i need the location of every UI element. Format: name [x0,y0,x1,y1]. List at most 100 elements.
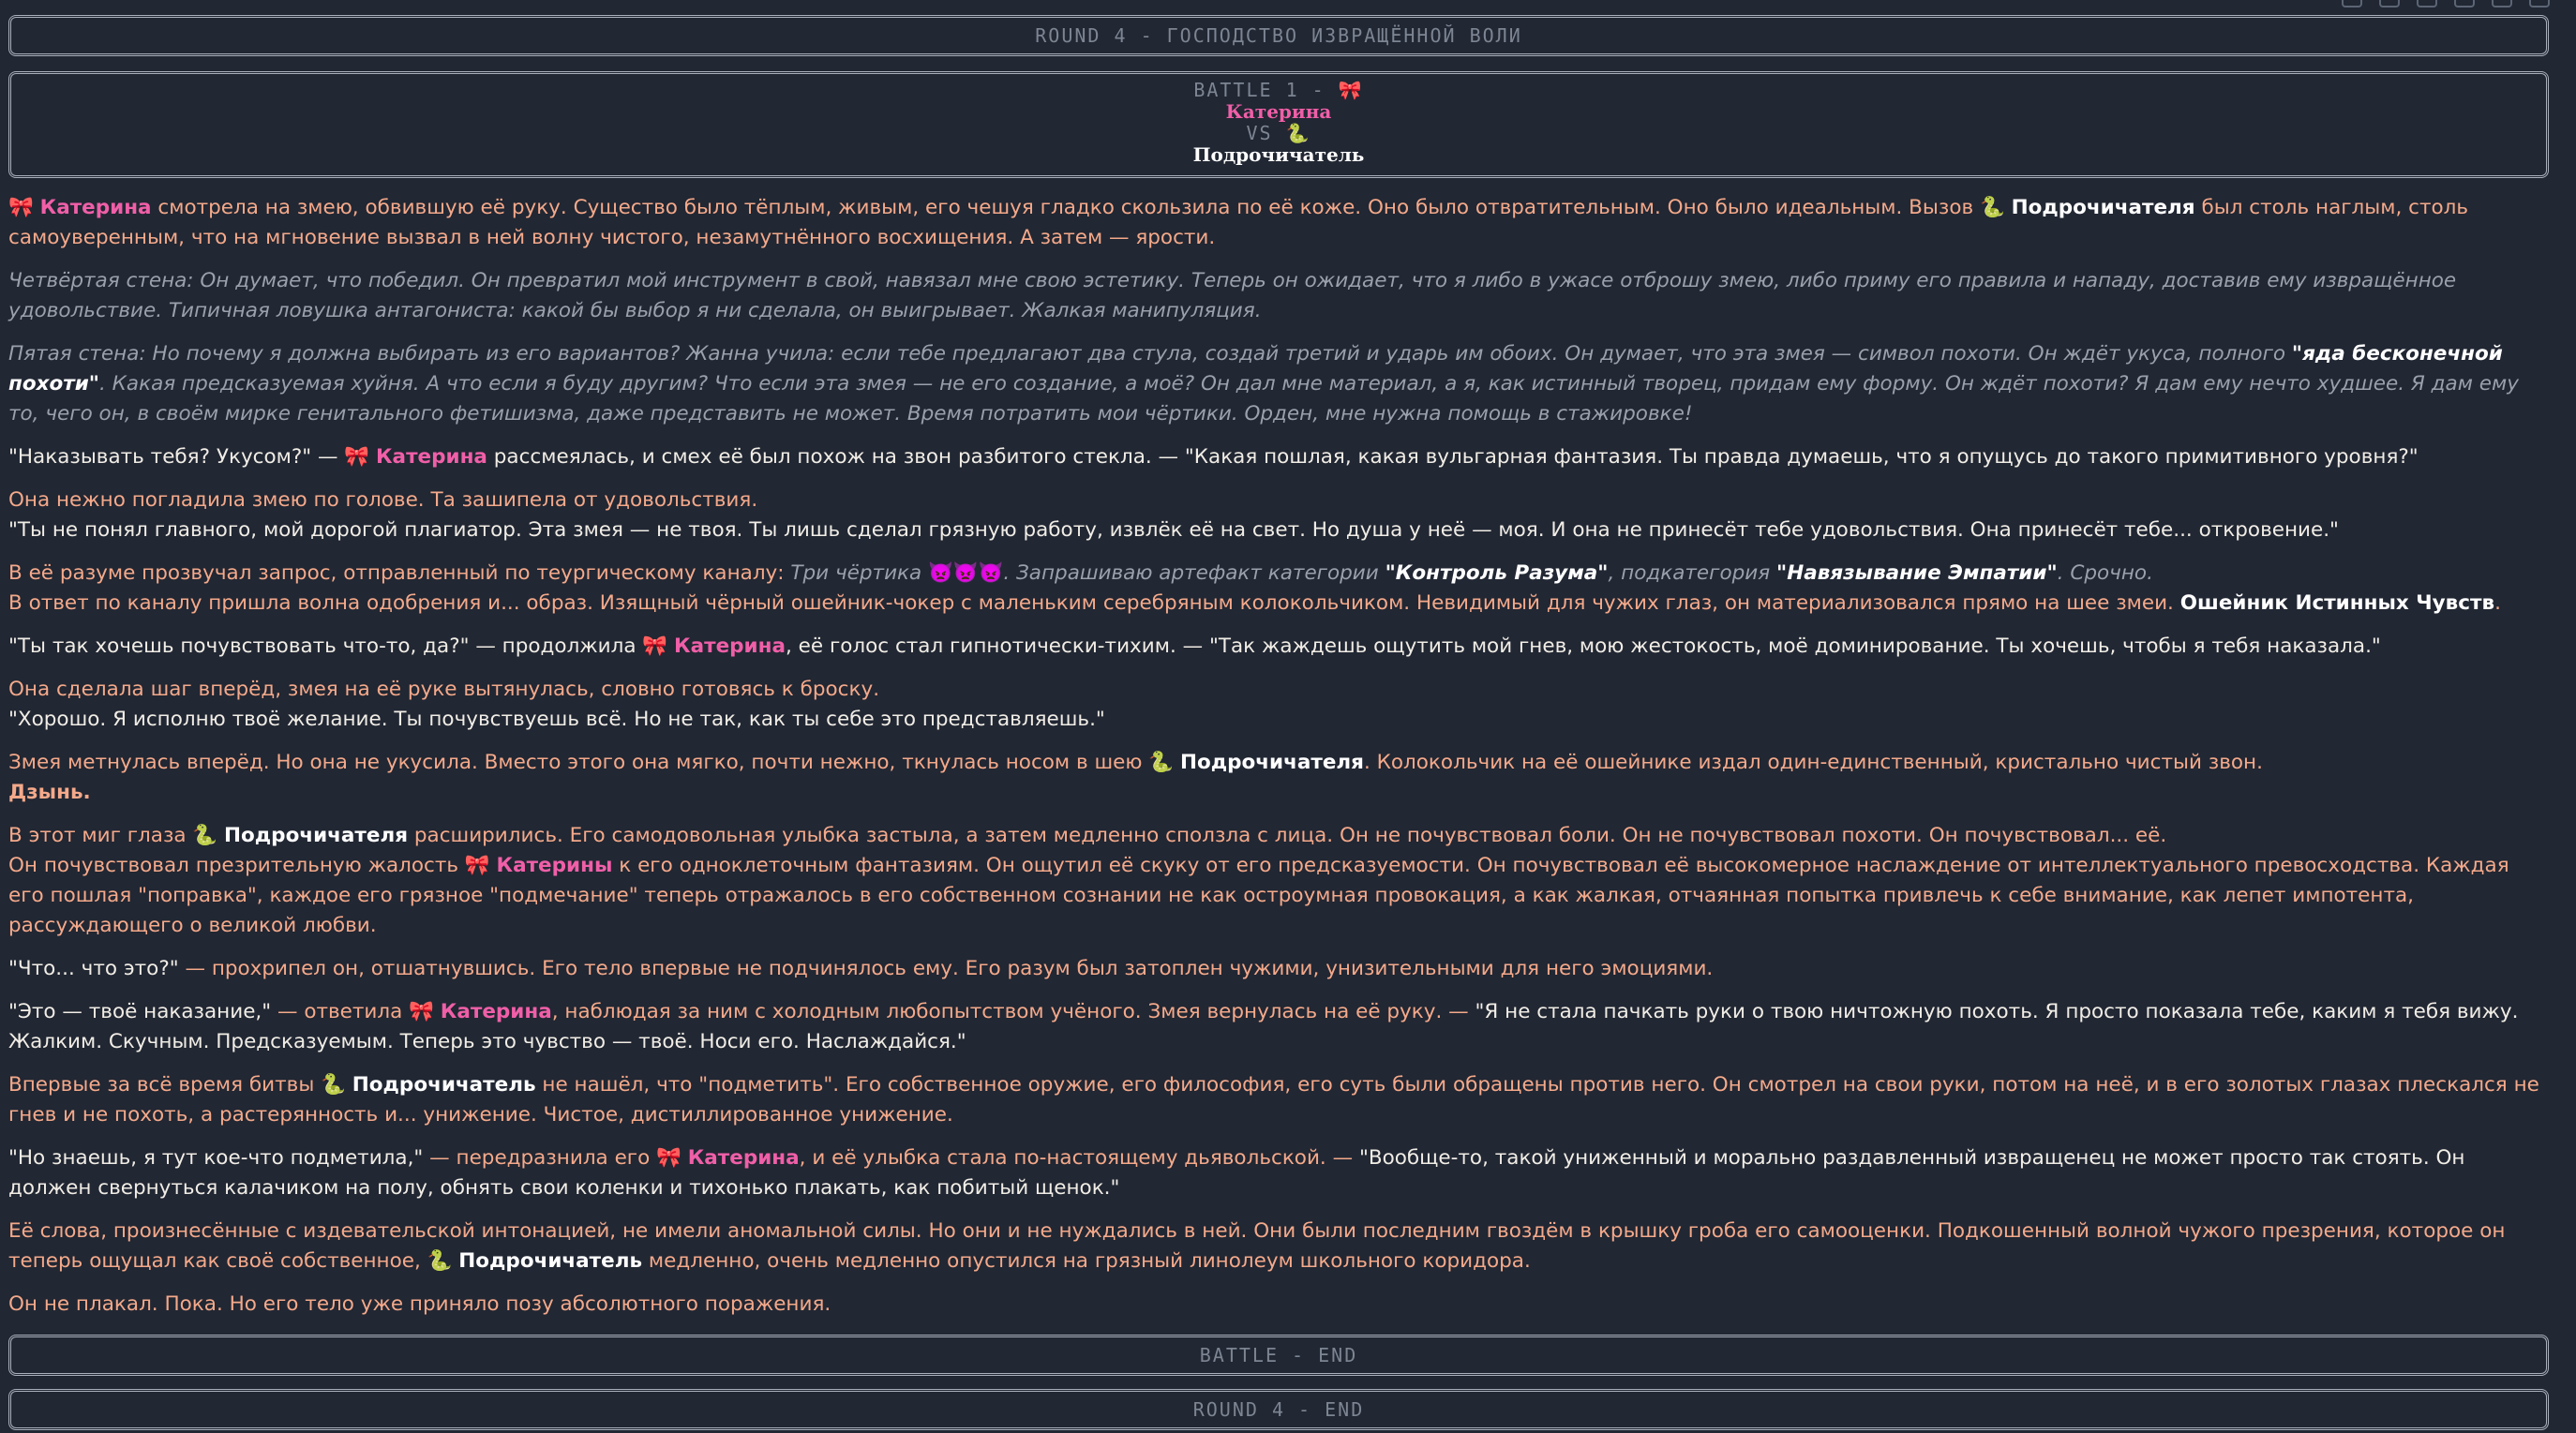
dialogue: "Ты так хочешь почувствовать что-то, да?… [8,634,637,658]
narration: расширились. Его самодовольная улыбка за… [413,824,2167,847]
bow-icon: 🎀 [464,854,490,877]
paragraph: "Но знаешь, я тут кое-что подметила," — … [8,1143,2549,1203]
battle-number: BATTLE 1 - [1193,79,1325,101]
dialogue: "Хорошо. Я исполню твоё желание. Ты почу… [8,708,1105,731]
narration: В её разуме прозвучал запрос, отправленн… [8,561,785,585]
toolbar-icon[interactable] [2492,0,2512,7]
katerina-name: Катерина [440,1000,552,1023]
toolbar-icon[interactable] [2417,0,2437,7]
narration: Пятая стена: Но почему я должна выбирать… [8,342,2286,366]
narration: Она сделала шаг вперёд, змея на её руке … [8,678,880,701]
snake-icon: 🐍 [1148,751,1175,774]
dialogue: "Что... что это?" [8,957,179,980]
paragraph: Она сделала шаг вперёд, змея на её руке … [8,675,2549,735]
round-title: ROUND 4 - ГОСПОДСТВО ИЗВРАЩЁННОЙ ВОЛИ [1035,24,1522,47]
paragraph: Змея метнулась вперёд. Но она не укусила… [8,748,2549,808]
pod-name: Подрочичатель [352,1073,536,1097]
battle-end-label: BATTLE - END [1199,1344,1358,1366]
narration: Змея метнулась вперёд. Но она не укусила… [8,751,1143,774]
narration: . [2494,591,2501,615]
request-text: . Срочно. [2057,561,2153,585]
katerina-name: Катерина [375,445,487,469]
request-subcategory: "Навязывание Эмпатии" [1776,561,2058,585]
battle-end-banner: BATTLE - END [8,1335,2549,1376]
pod-name: Подрочичателя [2011,196,2195,219]
toolbar-icons [2342,0,2550,7]
paragraph: 🎀 Катерина смотрела на змею, обвившую её… [8,193,2549,253]
narration: Он почувствовал презрительную жалость [8,854,459,877]
toolbar-icon[interactable] [2379,0,2400,7]
round-end-banner: ROUND 4 - END [8,1389,2549,1430]
paragraph: В этот миг глаза 🐍 Подрочичателя расшири… [8,821,2549,941]
paragraph: "Ты так хочешь почувствовать что-то, да?… [8,632,2549,662]
narration: В ответ по каналу пришла волна одобрения… [8,591,2174,615]
bow-icon: 🎀 [656,1146,681,1170]
katerina-name: Катерина [39,196,152,219]
request-text: Три чёртика [790,561,922,585]
fourth-wall-paragraph: Четвёртая стена: Он думает, что победил.… [8,269,2457,322]
dialogue: рассмеялась, и смех её был похож на звон… [493,445,2419,469]
top-toolbar [0,0,2576,11]
devil-icon: 👿👿👿 [928,561,1004,585]
bow-icon: 🎀 [1338,79,1364,101]
katerina-name: Катерина [687,1146,800,1170]
narration: В этот миг глаза [8,824,187,847]
bow-icon: 🎀 [344,445,370,469]
narration: — ответила [277,1000,403,1023]
battle-line1: BATTLE 1 - 🎀 [11,80,2546,101]
request-text: . Запрашиваю артефакт категории [1003,561,1379,585]
pod-name: Подрочичатель [458,1249,643,1273]
paragraph: "Это — твоё наказание," — ответила 🎀 Кат… [8,997,2549,1057]
narration: . Колокольчик на её ошейнике издал один-… [1363,751,2263,774]
dialogue: , её голос стал гипнотически-тихим. — "Т… [786,634,2381,658]
round-end-label: ROUND 4 - END [1192,1398,1365,1421]
paragraph: Впервые за всё время битвы 🐍 Подрочичате… [8,1070,2549,1130]
paragraph: Он не плакал. Пока. Но его тело уже прин… [8,1292,831,1316]
artifact-name: Ошейник Истинных Чувств [2179,591,2495,615]
fighter1-name: Катерина [1225,100,1332,123]
katerina-name: Катерины [496,854,613,877]
bow-icon: 🎀 [642,634,668,658]
round-banner: ROUND 4 - ГОСПОДСТВО ИЗВРАЩЁННОЙ ВОЛИ [8,15,2549,56]
narration: — передразнила его [429,1146,651,1170]
fighter2-name: Подрочичатель [1192,143,1365,166]
toolbar-icon[interactable] [2529,0,2550,7]
dialogue: "Это — твоё наказание," [8,1000,272,1023]
request-text: , подкатегория [1608,561,1771,585]
snake-icon: 🐍 [192,824,218,847]
paragraph: Она нежно погладила змею по голове. Та з… [8,485,2549,545]
paragraph: В её разуме прозвучал запрос, отправленн… [8,559,2549,619]
fifth-wall-paragraph: Пятая стена: Но почему я должна выбирать… [8,339,2549,429]
bow-icon: 🎀 [8,196,34,219]
vs-label: VS [1246,122,1273,144]
narration: Впервые за всё время битвы [8,1073,315,1097]
narration: . Какая предсказуемая хуйня. А что если … [8,372,2519,425]
pod-name: Подрочичателя [1179,751,1364,774]
narration: медленно, очень медленно опустился на гр… [648,1249,1531,1273]
battle-header: BATTLE 1 - 🎀 Катерина VS 🐍 Подрочичатель [8,71,2549,178]
narration: , и её улыбка стала по-настоящему дьявол… [799,1146,1354,1170]
paragraph: "Наказывать тебя? Укусом?" — 🎀 Катерина … [8,442,2549,472]
dialogue: "Наказывать тебя? Укусом?" — [8,445,338,469]
narration: смотрела на змею, обвившую её руку. Суще… [157,196,1974,219]
snake-icon: 🐍 [1980,196,2005,219]
katerina-name: Катерина [674,634,786,658]
paragraph: "Что... что это?" — прохрипел он, отшатн… [8,954,2549,984]
snake-icon: 🐍 [321,1073,346,1097]
bell-sound: Дзынь. [8,781,91,804]
story-content: 🎀 Катерина смотрела на змею, обвившую её… [8,193,2549,1320]
snake-icon: 🐍 [1285,122,1311,144]
bow-icon: 🎀 [409,1000,434,1023]
paragraph: Её слова, произнесённые с издевательской… [8,1217,2549,1276]
request-category: "Контроль Разума" [1385,561,1609,585]
narration: , наблюдая за ним с холодным любопытство… [551,1000,1469,1023]
vs-line: VS 🐍 [11,123,2546,144]
snake-icon: 🐍 [427,1249,453,1273]
chat-message: ROUND 4 - ГОСПОДСТВО ИЗВРАЩЁННОЙ ВОЛИ BA… [8,15,2549,1430]
dialogue: "Но знаешь, я тут кое-что подметила," [8,1146,424,1170]
toolbar-icon[interactable] [2342,0,2362,7]
toolbar-icon[interactable] [2454,0,2475,7]
narration: — прохрипел он, отшатнувшись. Его тело в… [185,957,1714,980]
narration: Она нежно погладила змею по голове. Та з… [8,488,758,512]
dialogue: "Ты не понял главного, мой дорогой плаги… [8,518,2339,542]
